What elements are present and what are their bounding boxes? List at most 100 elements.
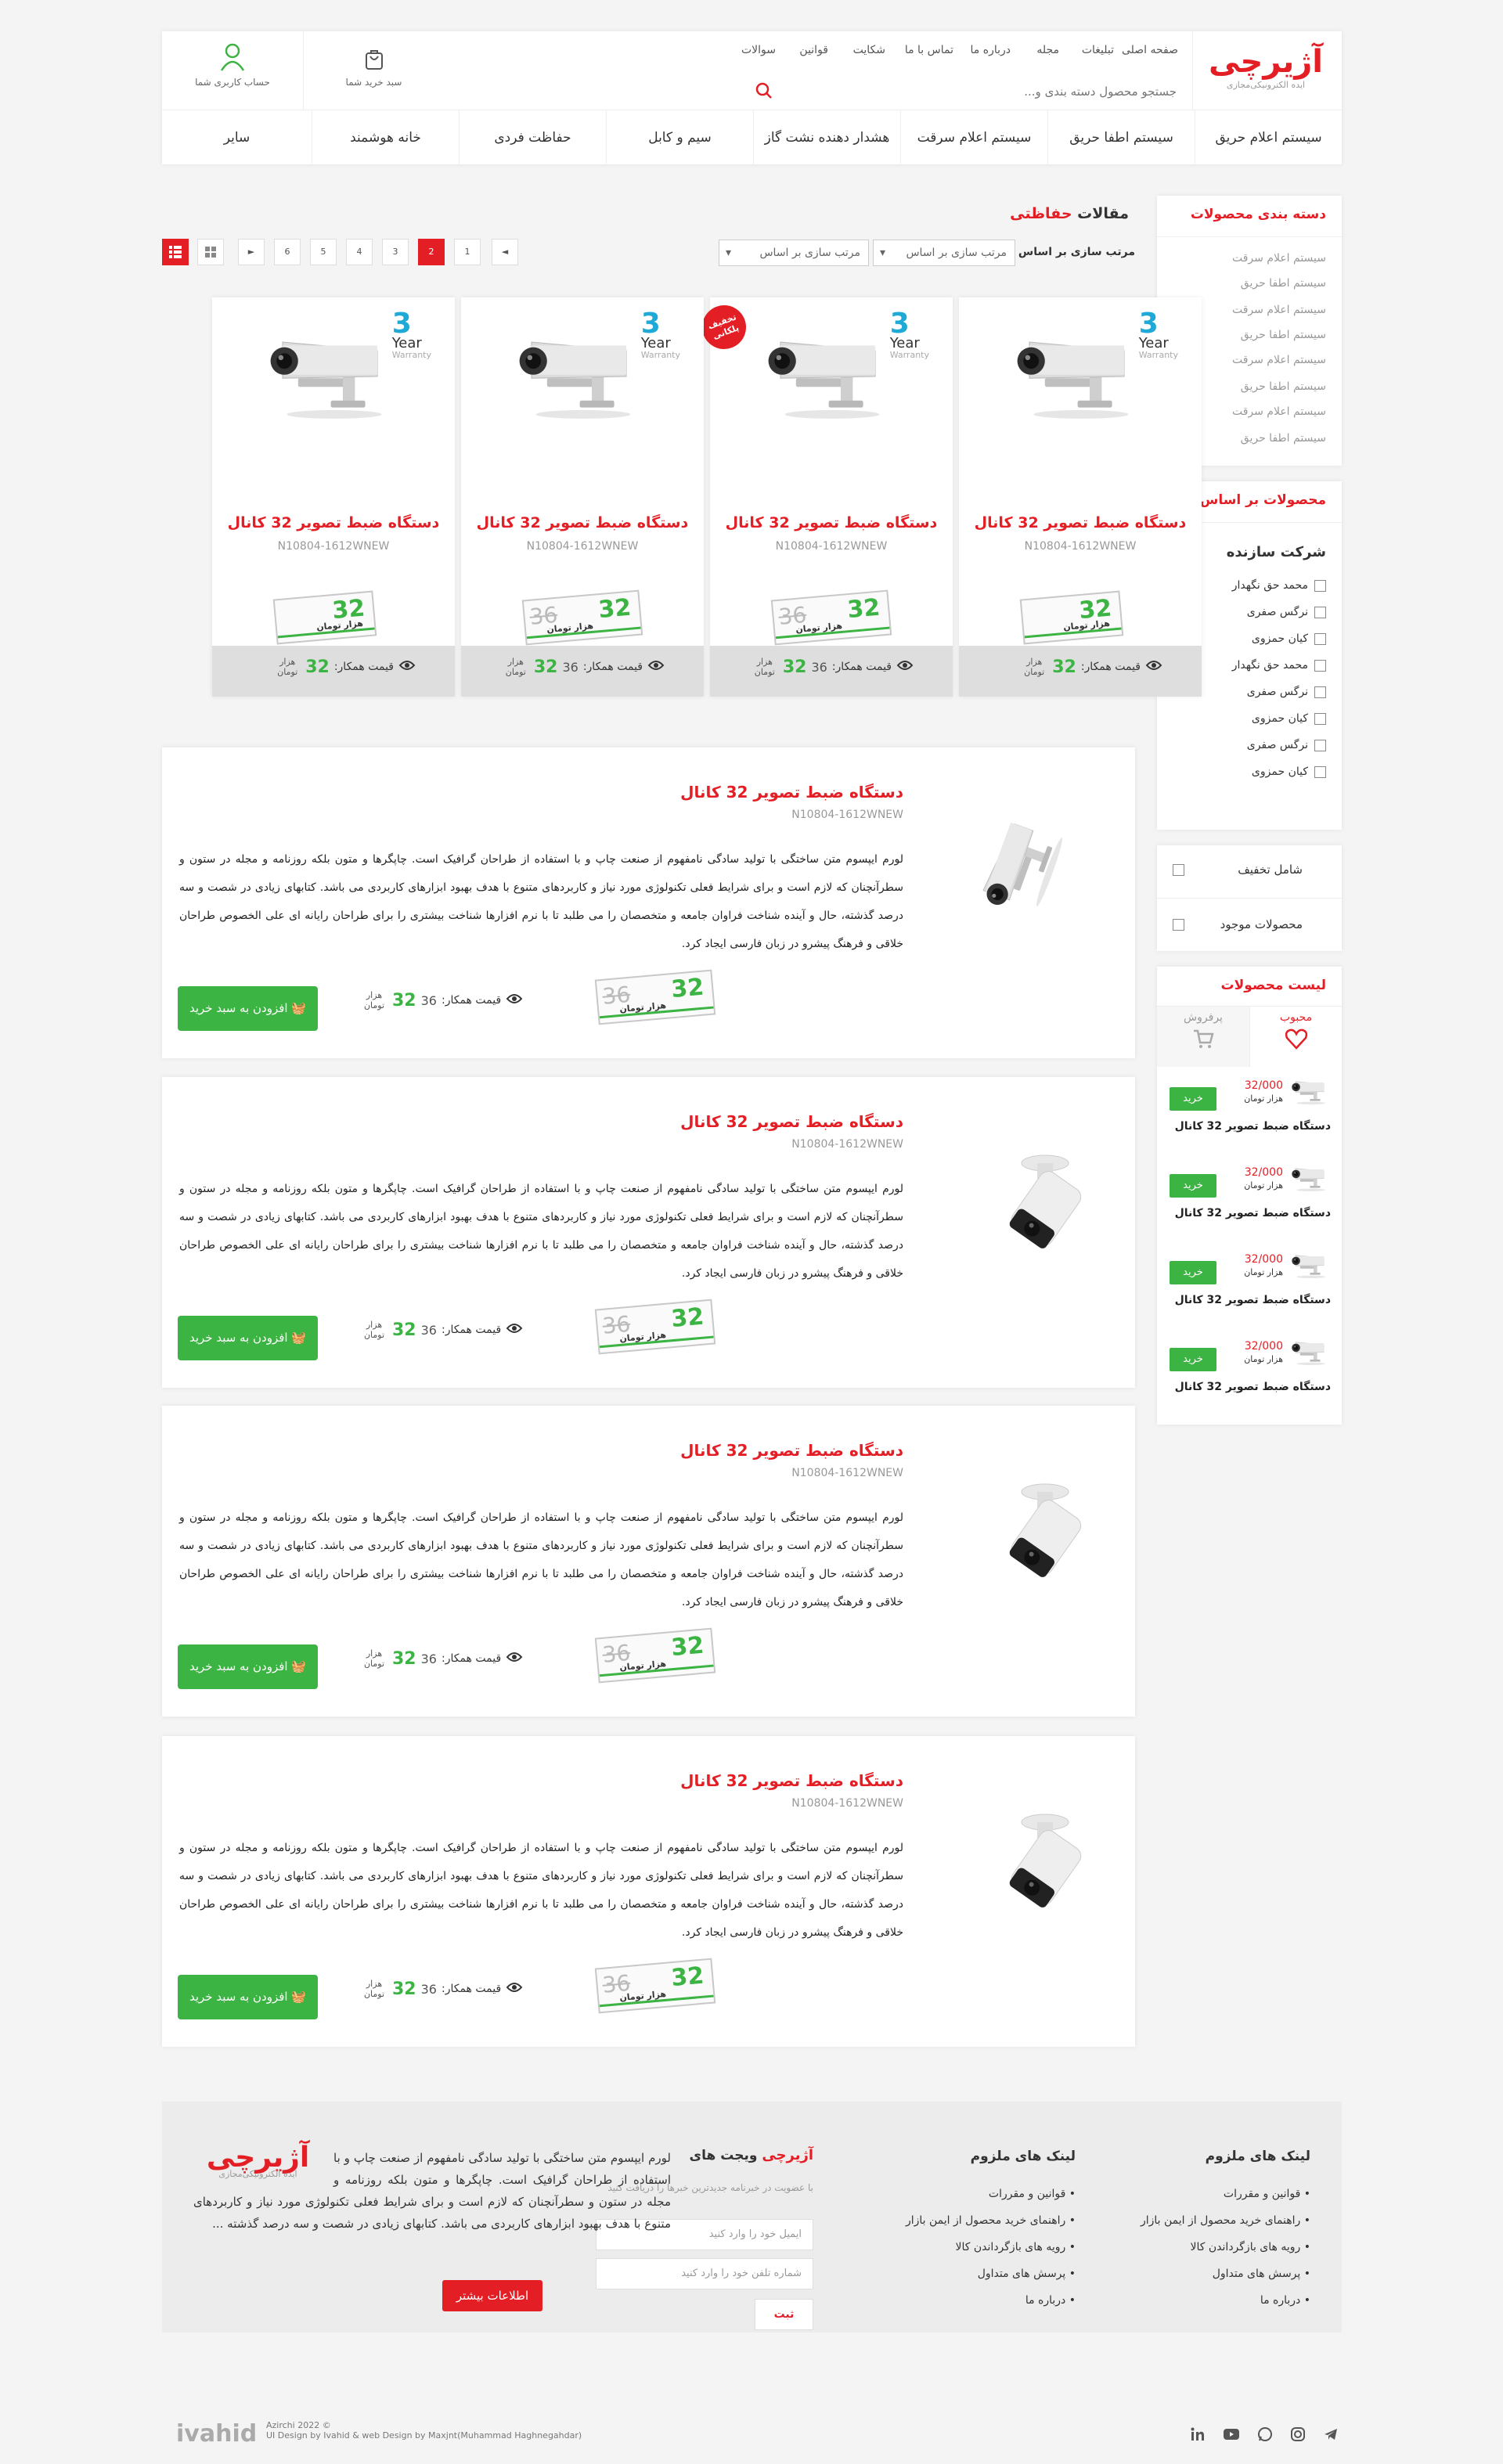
product-image[interactable] [504, 325, 661, 427]
footer-link[interactable]: • راهنمای خرید محصول از ایمن بازار [906, 2214, 1076, 2227]
product-name[interactable]: دستگاه ضبط تصویر 32 کانال [710, 514, 953, 531]
discount-checkbox[interactable] [1173, 864, 1184, 876]
mini-buy-button[interactable]: خرید [1170, 1087, 1216, 1111]
top-link-complaint[interactable]: شکایت [853, 44, 885, 56]
maker-checkbox[interactable]: کیان حمزوی [1252, 712, 1326, 725]
more-info-button[interactable]: اطلاعات بیشتر [442, 2280, 542, 2311]
product-name[interactable]: دستگاه ضبط تصویر 32 کانال [680, 1112, 903, 1131]
footer-link[interactable]: • درباره ما [1025, 2294, 1076, 2307]
site-logo[interactable]: آژیرچی ایده الکترونیکی‌مجازی [1207, 44, 1325, 90]
linkedin-icon[interactable] [1190, 2426, 1206, 2442]
page-4[interactable]: 4 [346, 239, 373, 265]
nav-gas-detector[interactable]: هشدار دهنده نشت گاز [753, 110, 900, 165]
tab-popular[interactable]: محبوب [1249, 1006, 1342, 1067]
footer-link[interactable]: • درباره ما [1260, 2294, 1310, 2307]
category-link[interactable]: سیستم اعلام سرقت [1232, 354, 1326, 366]
top-link-ads[interactable]: تبلیغات [1082, 44, 1114, 56]
nav-fire-suppression[interactable]: سیستم اطفا حریق [1047, 110, 1195, 165]
nav-cable[interactable]: سیم و کابل [606, 110, 753, 165]
product-image[interactable] [255, 325, 412, 427]
top-link-magazine[interactable]: مجله [1036, 44, 1059, 56]
product-image[interactable] [975, 1147, 1092, 1281]
available-checkbox[interactable] [1173, 919, 1184, 931]
maker-checkbox[interactable]: کیان حمزوی [1252, 765, 1326, 778]
product-name[interactable]: دستگاه ضبط تصویر 32 کانال [959, 514, 1202, 531]
category-link[interactable]: سیستم اطفا حریق [1241, 277, 1326, 290]
top-link-faq[interactable]: سوالات [741, 44, 776, 56]
product-name[interactable]: دستگاه ضبط تصویر 32 کانال [680, 783, 903, 802]
page-5[interactable]: 5 [310, 239, 337, 265]
product-name[interactable]: دستگاه ضبط تصویر 32 کانال [212, 514, 455, 531]
product-card[interactable]: 3 Year Warranty دستگاه ضبط تصویر 32 کانال N1… [212, 297, 455, 697]
product-name[interactable]: دستگاه ضبط تصویر 32 کانال [461, 514, 704, 531]
sort-select-1[interactable]: مرتب سازی بر اساس ▾ [873, 240, 1015, 266]
category-link[interactable]: سیستم اعلام سرقت [1232, 304, 1326, 316]
product-card[interactable]: 3 Year Warranty تخفیف پلکانی دستگاه ضبط تصوی… [696, 297, 953, 697]
footer-link[interactable]: • قوانین و مقررات [989, 2188, 1076, 2200]
maker-checkbox[interactable]: کیان حمزوی [1252, 632, 1326, 645]
phone-field[interactable]: شماره تلفن خود را وارد کنید [596, 2258, 813, 2289]
footer-link[interactable]: • رویه های بازگرداندن کالا [956, 2241, 1076, 2253]
product-image[interactable] [975, 810, 1092, 943]
add-to-cart-button[interactable]: 🧺 افزودن به سبد خرید [178, 1644, 318, 1689]
pagination-prev[interactable]: ► [238, 239, 265, 265]
top-link-about[interactable]: درباره ما [971, 44, 1011, 56]
add-to-cart-button[interactable]: 🧺 افزودن به سبد خرید [178, 1316, 318, 1360]
cart-button[interactable]: سبد خرید شما [303, 31, 444, 110]
mini-product[interactable]: 32/000 هزار تومان خرید دستگاه ضبط تصویر 32 … [1157, 1250, 1342, 1328]
page-3[interactable]: 3 [382, 239, 409, 265]
add-to-cart-button[interactable]: 🧺 افزودن به سبد خرید [178, 1975, 318, 2019]
product-card[interactable]: 3 Year Warranty دستگاه ضبط تصویر 32 کانال N1… [959, 297, 1202, 697]
nav-fire-alarm[interactable]: سیستم اعلام حریق [1195, 110, 1342, 165]
product-card[interactable]: 3 Year Warranty دستگاه ضبط تصویر 32 کانال N1… [461, 297, 704, 697]
pagination-next[interactable]: ◄ [492, 239, 518, 265]
product-image[interactable] [975, 1807, 1092, 1940]
footer-link[interactable]: • رویه های بازگرداندن کالا [1191, 2241, 1310, 2253]
category-link[interactable]: سیستم اعلام سرقت [1232, 405, 1326, 418]
page-2-active[interactable]: 2 [418, 239, 445, 265]
sort-select-2[interactable]: مرتب سازی بر اساس ▾ [719, 240, 869, 266]
add-to-cart-button[interactable]: 🧺 افزودن به سبد خرید [178, 986, 318, 1031]
mini-product[interactable]: 32/000 هزار تومان خرید دستگاه ضبط تصویر 32 … [1157, 1163, 1342, 1241]
product-name[interactable]: دستگاه ضبط تصویر 32 کانال [680, 1771, 903, 1790]
telegram-icon[interactable] [1323, 2426, 1339, 2442]
page-6[interactable]: 6 [274, 239, 301, 265]
footer-link[interactable]: • پرسش های متداول [1213, 2268, 1310, 2280]
grid-view-icon[interactable] [197, 239, 224, 265]
footer-link[interactable]: • قوانین و مقررات [1224, 2188, 1310, 2200]
category-link[interactable]: سیستم اطفا حریق [1241, 329, 1326, 341]
whatsapp-icon[interactable] [1257, 2426, 1273, 2442]
category-link[interactable]: سیستم اطفا حریق [1241, 380, 1326, 393]
maker-checkbox[interactable]: نرگس صفری [1247, 739, 1326, 751]
product-image[interactable] [753, 325, 910, 427]
mini-product[interactable]: 32/000 هزار تومان خرید دستگاه ضبط تصویر 32 … [1157, 1076, 1342, 1155]
tab-bestseller[interactable]: پرفروش [1157, 1006, 1249, 1067]
nav-personal-protection[interactable]: حفاظت فردی [459, 110, 606, 165]
nav-smart-home[interactable]: خانه هوشمند [312, 110, 459, 165]
footer-link[interactable]: • راهنمای خرید محصول از ایمن بازار [1141, 2214, 1310, 2227]
mini-product[interactable]: 32/000 هزار تومان خرید دستگاه ضبط تصویر 32 … [1157, 1337, 1342, 1415]
mini-buy-button[interactable]: خرید [1170, 1174, 1216, 1198]
product-name[interactable]: دستگاه ضبط تصویر 32 کانال [680, 1441, 903, 1460]
maker-checkbox[interactable]: محمد حق نگهدار [1232, 579, 1326, 592]
maker-checkbox[interactable]: نرگس صفری [1247, 686, 1326, 698]
top-link-contact[interactable]: تماس با ما [905, 44, 953, 56]
product-image[interactable] [975, 1476, 1092, 1609]
category-link[interactable]: سیستم اعلام سرقت [1232, 252, 1326, 265]
category-link[interactable]: سیستم اطفا حریق [1241, 432, 1326, 445]
page-1[interactable]: 1 [454, 239, 481, 265]
top-link-home[interactable]: صفحه اصلی [1122, 44, 1178, 56]
top-link-rules[interactable]: قوانین [799, 44, 828, 56]
search-input[interactable] [801, 78, 1177, 105]
maker-checkbox[interactable]: محمد حق نگهدار [1232, 659, 1326, 672]
product-image[interactable] [1002, 325, 1159, 427]
instagram-icon[interactable] [1290, 2426, 1306, 2442]
search-icon[interactable] [755, 81, 773, 100]
nav-other[interactable]: سایر [162, 110, 312, 165]
register-button[interactable]: ثبت [755, 2299, 813, 2330]
list-view-icon[interactable] [162, 239, 189, 265]
mini-buy-button[interactable]: خرید [1170, 1348, 1216, 1371]
youtube-icon[interactable] [1223, 2426, 1240, 2442]
mini-buy-button[interactable]: خرید [1170, 1261, 1216, 1284]
account-button[interactable]: حساب کاربری شما [162, 31, 303, 110]
